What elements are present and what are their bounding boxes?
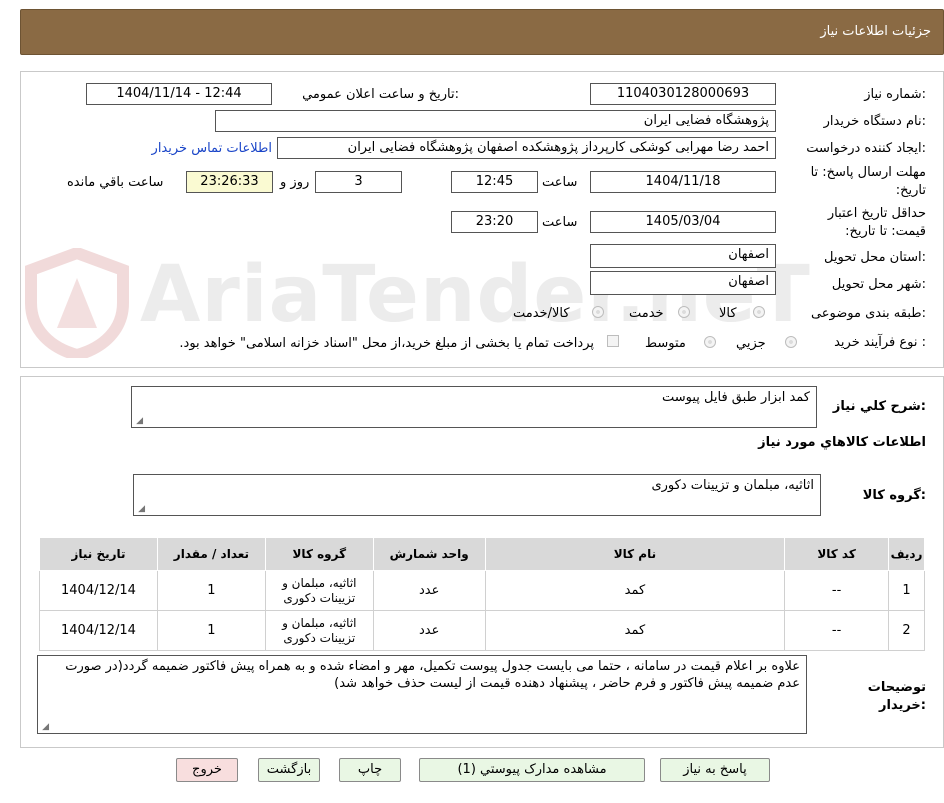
goods-group-text: اثاثیه، مبلمان و تزیینات دکوری [651, 478, 814, 493]
cell-code: -- [784, 570, 890, 611]
price-validity-time: 23:20 [451, 211, 538, 233]
announce-datetime-label: تاریخ و ساعت اعلان عمومي: [302, 87, 459, 102]
remaining-time-field: 23:26:33 [186, 171, 273, 193]
col-code-header: کد کالا [784, 537, 890, 571]
cell-code: -- [784, 610, 890, 651]
days-label: روز و [280, 175, 310, 190]
view-attachments-button[interactable]: مشاهده مدارک پیوستي (1) [419, 758, 645, 782]
need-number-field: 1104030128000693 [590, 83, 776, 105]
col-group-header: گروه کالا [264, 537, 374, 571]
cell-group: اثاثیه، مبلمان و تزیینات دکوری [264, 610, 374, 651]
reply-deadline-time: 12:45 [451, 171, 538, 193]
col-qty-header: تعداد / مقدار [156, 537, 266, 571]
print-button[interactable]: چاپ [339, 758, 401, 782]
resize-grip-icon[interactable]: ◢ [135, 417, 143, 426]
category-label: طبقه بندی موضوعی: [810, 306, 926, 321]
need-number-label: شماره نیاز: [864, 87, 926, 102]
purchase-medium-label: متوسط [645, 336, 686, 351]
col-unit-header: واحد شمارش [372, 537, 486, 571]
summary-label: شرح کلي نیاز: [832, 399, 926, 414]
cell-row: 1 [888, 570, 925, 611]
cell-date: 1404/12/14 [39, 610, 158, 651]
city-field: اصفهان [590, 271, 776, 295]
exit-button[interactable]: خروج [176, 758, 238, 782]
price-validity-label: حداقل تاریخ اعتبار قیمت: تا تاریخ: [827, 206, 926, 239]
cell-unit: عدد [372, 610, 486, 651]
category-service-label: خدمت [629, 306, 664, 321]
reply-time-label: ساعت [542, 175, 578, 190]
resize-grip-icon[interactable]: ◢ [137, 505, 145, 514]
city-label: شهر محل تحویل: [831, 277, 926, 292]
page-header: جزئیات اطلاعات نیاز [20, 9, 944, 55]
buyer-notes-label-line1: توضیحات [867, 680, 926, 695]
purchase-minor-label: جزیي [736, 336, 766, 351]
cell-name: کمد [484, 610, 786, 651]
cell-group: اثاثیه، مبلمان و تزیینات دکوری [264, 570, 374, 611]
category-goods-service-radio[interactable] [592, 306, 604, 318]
goods-group-label: گروه کالا: [862, 488, 926, 503]
summary-text: کمد ابزار طبق فایل پیوست [661, 390, 810, 405]
cell-date: 1404/12/14 [39, 570, 158, 611]
purchase-medium-radio[interactable] [704, 336, 716, 348]
cell-name: کمد [484, 570, 786, 611]
cell-row: 2 [888, 610, 925, 651]
col-date-header: تاریخ نیاز [39, 537, 158, 571]
buyer-notes-field[interactable]: علاوه بر اعلام قیمت در سامانه ، حتما می … [37, 655, 807, 734]
reply-deadline-label: مهلت ارسال پاسخ: تا تاریخ: [810, 165, 926, 198]
goods-section-title: اطلاعات کالاهاي مورد نیاز [758, 435, 926, 450]
col-name-header: نام کالا [484, 537, 786, 571]
cell-qty: 1 [156, 610, 266, 651]
requester-label: ایجاد کننده درخواست: [806, 141, 926, 156]
back-button[interactable]: بازگشت [258, 758, 320, 782]
treasury-checkbox[interactable] [607, 335, 619, 347]
announce-datetime-field: 1404/11/14 - 12:44 [86, 83, 272, 105]
category-service-radio[interactable] [678, 306, 690, 318]
buyer-org-field: پژوهشگاه فضایی ایران [215, 110, 776, 132]
cell-qty: 1 [156, 570, 266, 611]
buyer-notes-text: علاوه بر اعلام قیمت در سامانه ، حتما می … [65, 659, 800, 691]
treasury-note: پرداخت تمام یا بخشی از مبلغ خرید،از محل … [179, 336, 594, 351]
days-remaining-field: 3 [315, 171, 402, 193]
category-goods-service-label: کالا/خدمت [513, 306, 570, 321]
watermark-logo-icon [25, 248, 129, 358]
category-goods-label: کالا [719, 306, 737, 321]
buyer-org-label: نام دستگاه خریدار: [823, 114, 926, 129]
table-row: 1 -- کمد عدد اثاثیه، مبلمان و تزیینات دک… [39, 570, 925, 611]
buyer-notes-label-line2: خریدار: [879, 698, 926, 713]
items-table: ردیف کد کالا نام کالا واحد شمارش گروه کا… [39, 537, 925, 651]
table-header-row: ردیف کد کالا نام کالا واحد شمارش گروه کا… [39, 537, 925, 571]
purchase-type-label: نوع فرآیند خرید : [834, 335, 926, 350]
reply-deadline-date: 1404/11/18 [590, 171, 776, 193]
col-row-header: ردیف [888, 537, 925, 571]
remaining-time-label: ساعت باقي مانده [67, 175, 164, 190]
summary-field[interactable]: کمد ابزار طبق فایل پیوست ◢ [131, 386, 817, 428]
price-time-label: ساعت [542, 215, 578, 230]
category-goods-radio[interactable] [753, 306, 765, 318]
cell-unit: عدد [372, 570, 486, 611]
province-label: استان محل تحویل: [824, 250, 926, 265]
province-field: اصفهان [590, 244, 776, 268]
resize-grip-icon[interactable]: ◢ [41, 723, 49, 732]
goods-group-field[interactable]: اثاثیه، مبلمان و تزیینات دکوری ◢ [133, 474, 821, 516]
purchase-minor-radio[interactable] [785, 336, 797, 348]
page-title: جزئیات اطلاعات نیاز [820, 24, 931, 39]
requester-field: احمد رضا مهرابی کوشکی کارپرداز پژوهشکده … [277, 137, 776, 159]
price-validity-date: 1405/03/04 [590, 211, 776, 233]
buyer-contact-link[interactable]: اطلاعات تماس خریدار [152, 141, 272, 156]
reply-button[interactable]: پاسخ به نیاز [660, 758, 770, 782]
table-row: 2 -- کمد عدد اثاثیه، مبلمان و تزیینات دک… [39, 610, 925, 651]
